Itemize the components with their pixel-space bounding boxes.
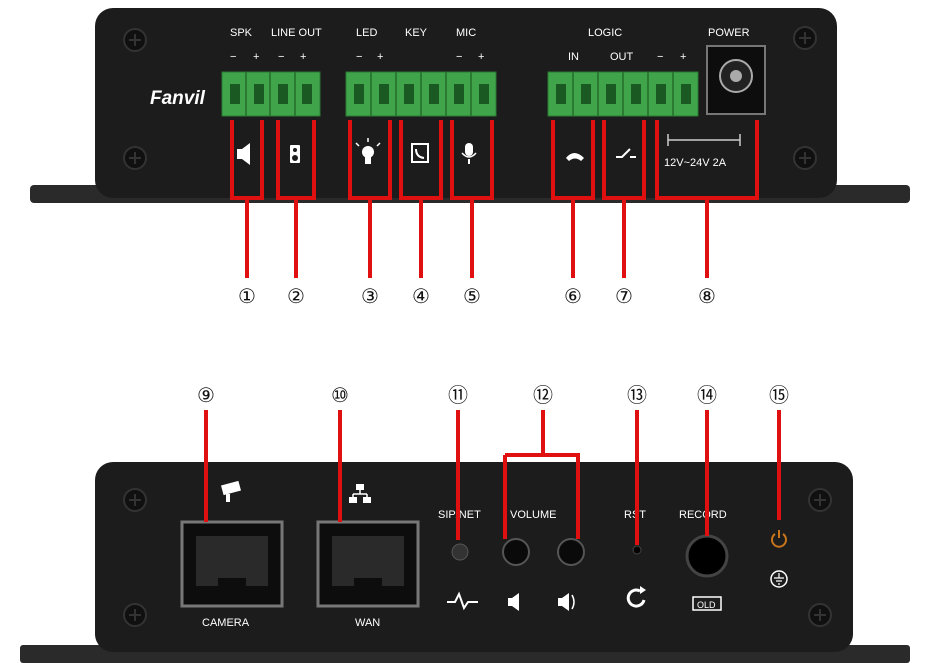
polarity-mark: + [300,51,306,63]
label-wan: WAN [355,617,380,629]
callout-14: ⑭ [697,383,717,407]
volume-down-button [502,538,530,566]
label-mic: MIC [456,27,476,39]
screw [123,146,147,170]
power-dc-jack [706,45,766,115]
polarity-mark: + [253,51,259,63]
camera-port [180,520,284,608]
callout-12: ⑫ [533,383,553,407]
screw [123,28,147,52]
screw [793,26,817,50]
label-logic-out: OUT [610,51,634,63]
label-key: KEY [405,27,428,39]
polarity-mark: − [657,51,663,63]
callout-9: ⑨ [197,383,215,407]
label-line-out: LINE OUT [271,27,322,39]
polarity-mark: + [377,51,383,63]
label-camera: CAMERA [202,617,250,629]
label-logic: LOGIC [588,27,622,39]
callout-13: ⑬ [627,383,647,407]
polarity-mark: + [478,51,484,63]
callout-5: ⑤ [463,284,481,308]
record-jack [685,534,729,578]
screw [793,146,817,170]
label-record: RECORD [679,509,727,521]
callout-3: ③ [361,284,379,308]
brand-logo: Fanvil [150,88,206,109]
label-spk: SPK [230,27,253,39]
terminal-block-logic-power [547,71,699,117]
callout-8: ⑧ [698,284,716,308]
callout-10: ⑩ [331,383,349,407]
device-diagram: Fanvil SPK LINE OUT LED KEY MIC LOGIC IN… [20,8,910,663]
reset-pinhole [632,545,642,555]
polarity-mark: − [356,51,362,63]
screw [123,488,147,512]
polarity-mark: − [456,51,462,63]
callout-15: ⑮ [769,383,789,407]
volume-up-button [557,538,585,566]
label-logic-in: IN [568,51,579,63]
callout-11: ⑪ [448,383,468,407]
wan-port [316,520,420,608]
bottom-device: CAMERA WAN SIP/NET VOLUME RST RECORD OLD [20,383,910,663]
callout-4: ④ [412,284,430,308]
callout-2: ② [287,284,305,308]
label-power: POWER [708,27,750,39]
power-spec-label: 12V~24V 2A [664,157,727,169]
terminal-block-led-key-mic [345,71,497,117]
sipnet-led [451,543,469,561]
screw [123,603,147,627]
label-led: LED [356,27,377,39]
screw [808,488,832,512]
callout-1: ① [238,284,256,308]
polarity-mark: − [230,51,236,63]
polarity-mark: − [278,51,284,63]
terminal-block-spk-lineout [221,71,321,117]
label-volume: VOLUME [510,509,556,521]
top-device: Fanvil SPK LINE OUT LED KEY MIC LOGIC IN… [30,8,910,308]
polarity-mark: + [680,51,686,63]
lineout-speaker-icon [290,145,300,163]
screw [808,603,832,627]
callout-7: ⑦ [615,284,633,308]
record-icon: OLD [697,600,716,610]
callout-6: ⑥ [564,284,582,308]
